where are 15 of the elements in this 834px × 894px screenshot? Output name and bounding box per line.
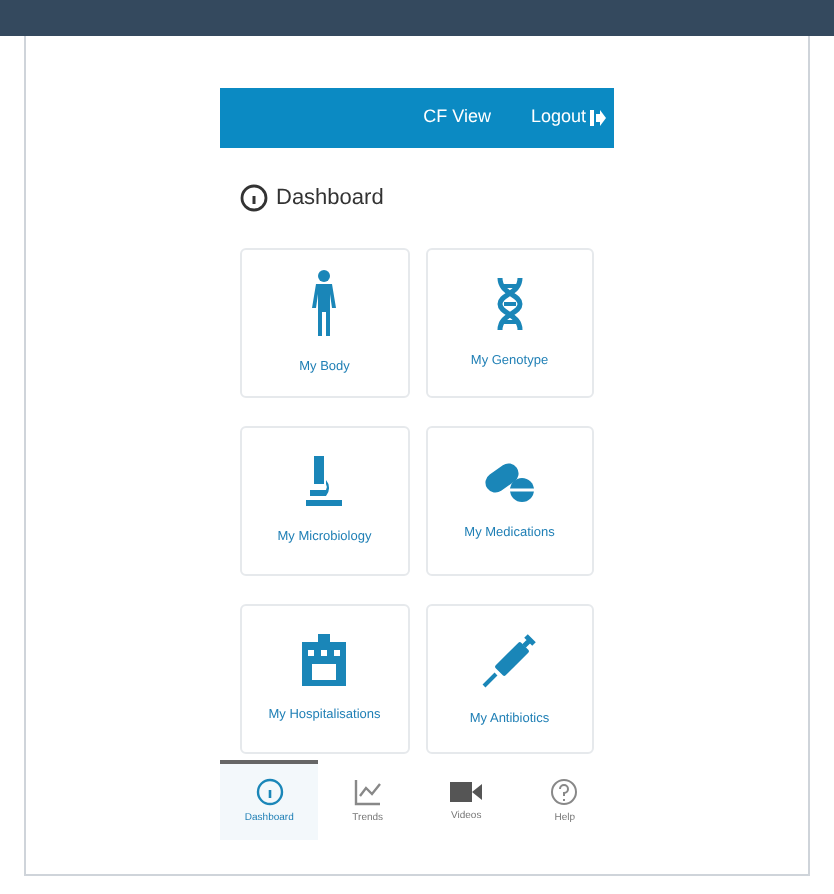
- info-icon: [255, 777, 284, 806]
- video-camera-icon: [450, 779, 483, 804]
- app-title: CF View: [423, 104, 491, 131]
- logout-icon: [590, 110, 606, 126]
- help-icon: [550, 777, 579, 806]
- page-heading: Dashboard: [276, 183, 384, 214]
- hospital-building-icon: [300, 633, 349, 686]
- info-icon: [240, 184, 268, 212]
- dna-icon: [493, 275, 526, 332]
- logout-button[interactable]: Logout: [530, 104, 606, 132]
- line-chart-icon: [353, 777, 382, 806]
- human-figure-icon: [310, 269, 339, 338]
- pills-icon: [483, 459, 536, 504]
- microscope-icon: [302, 455, 347, 508]
- syringe-icon: [479, 629, 540, 690]
